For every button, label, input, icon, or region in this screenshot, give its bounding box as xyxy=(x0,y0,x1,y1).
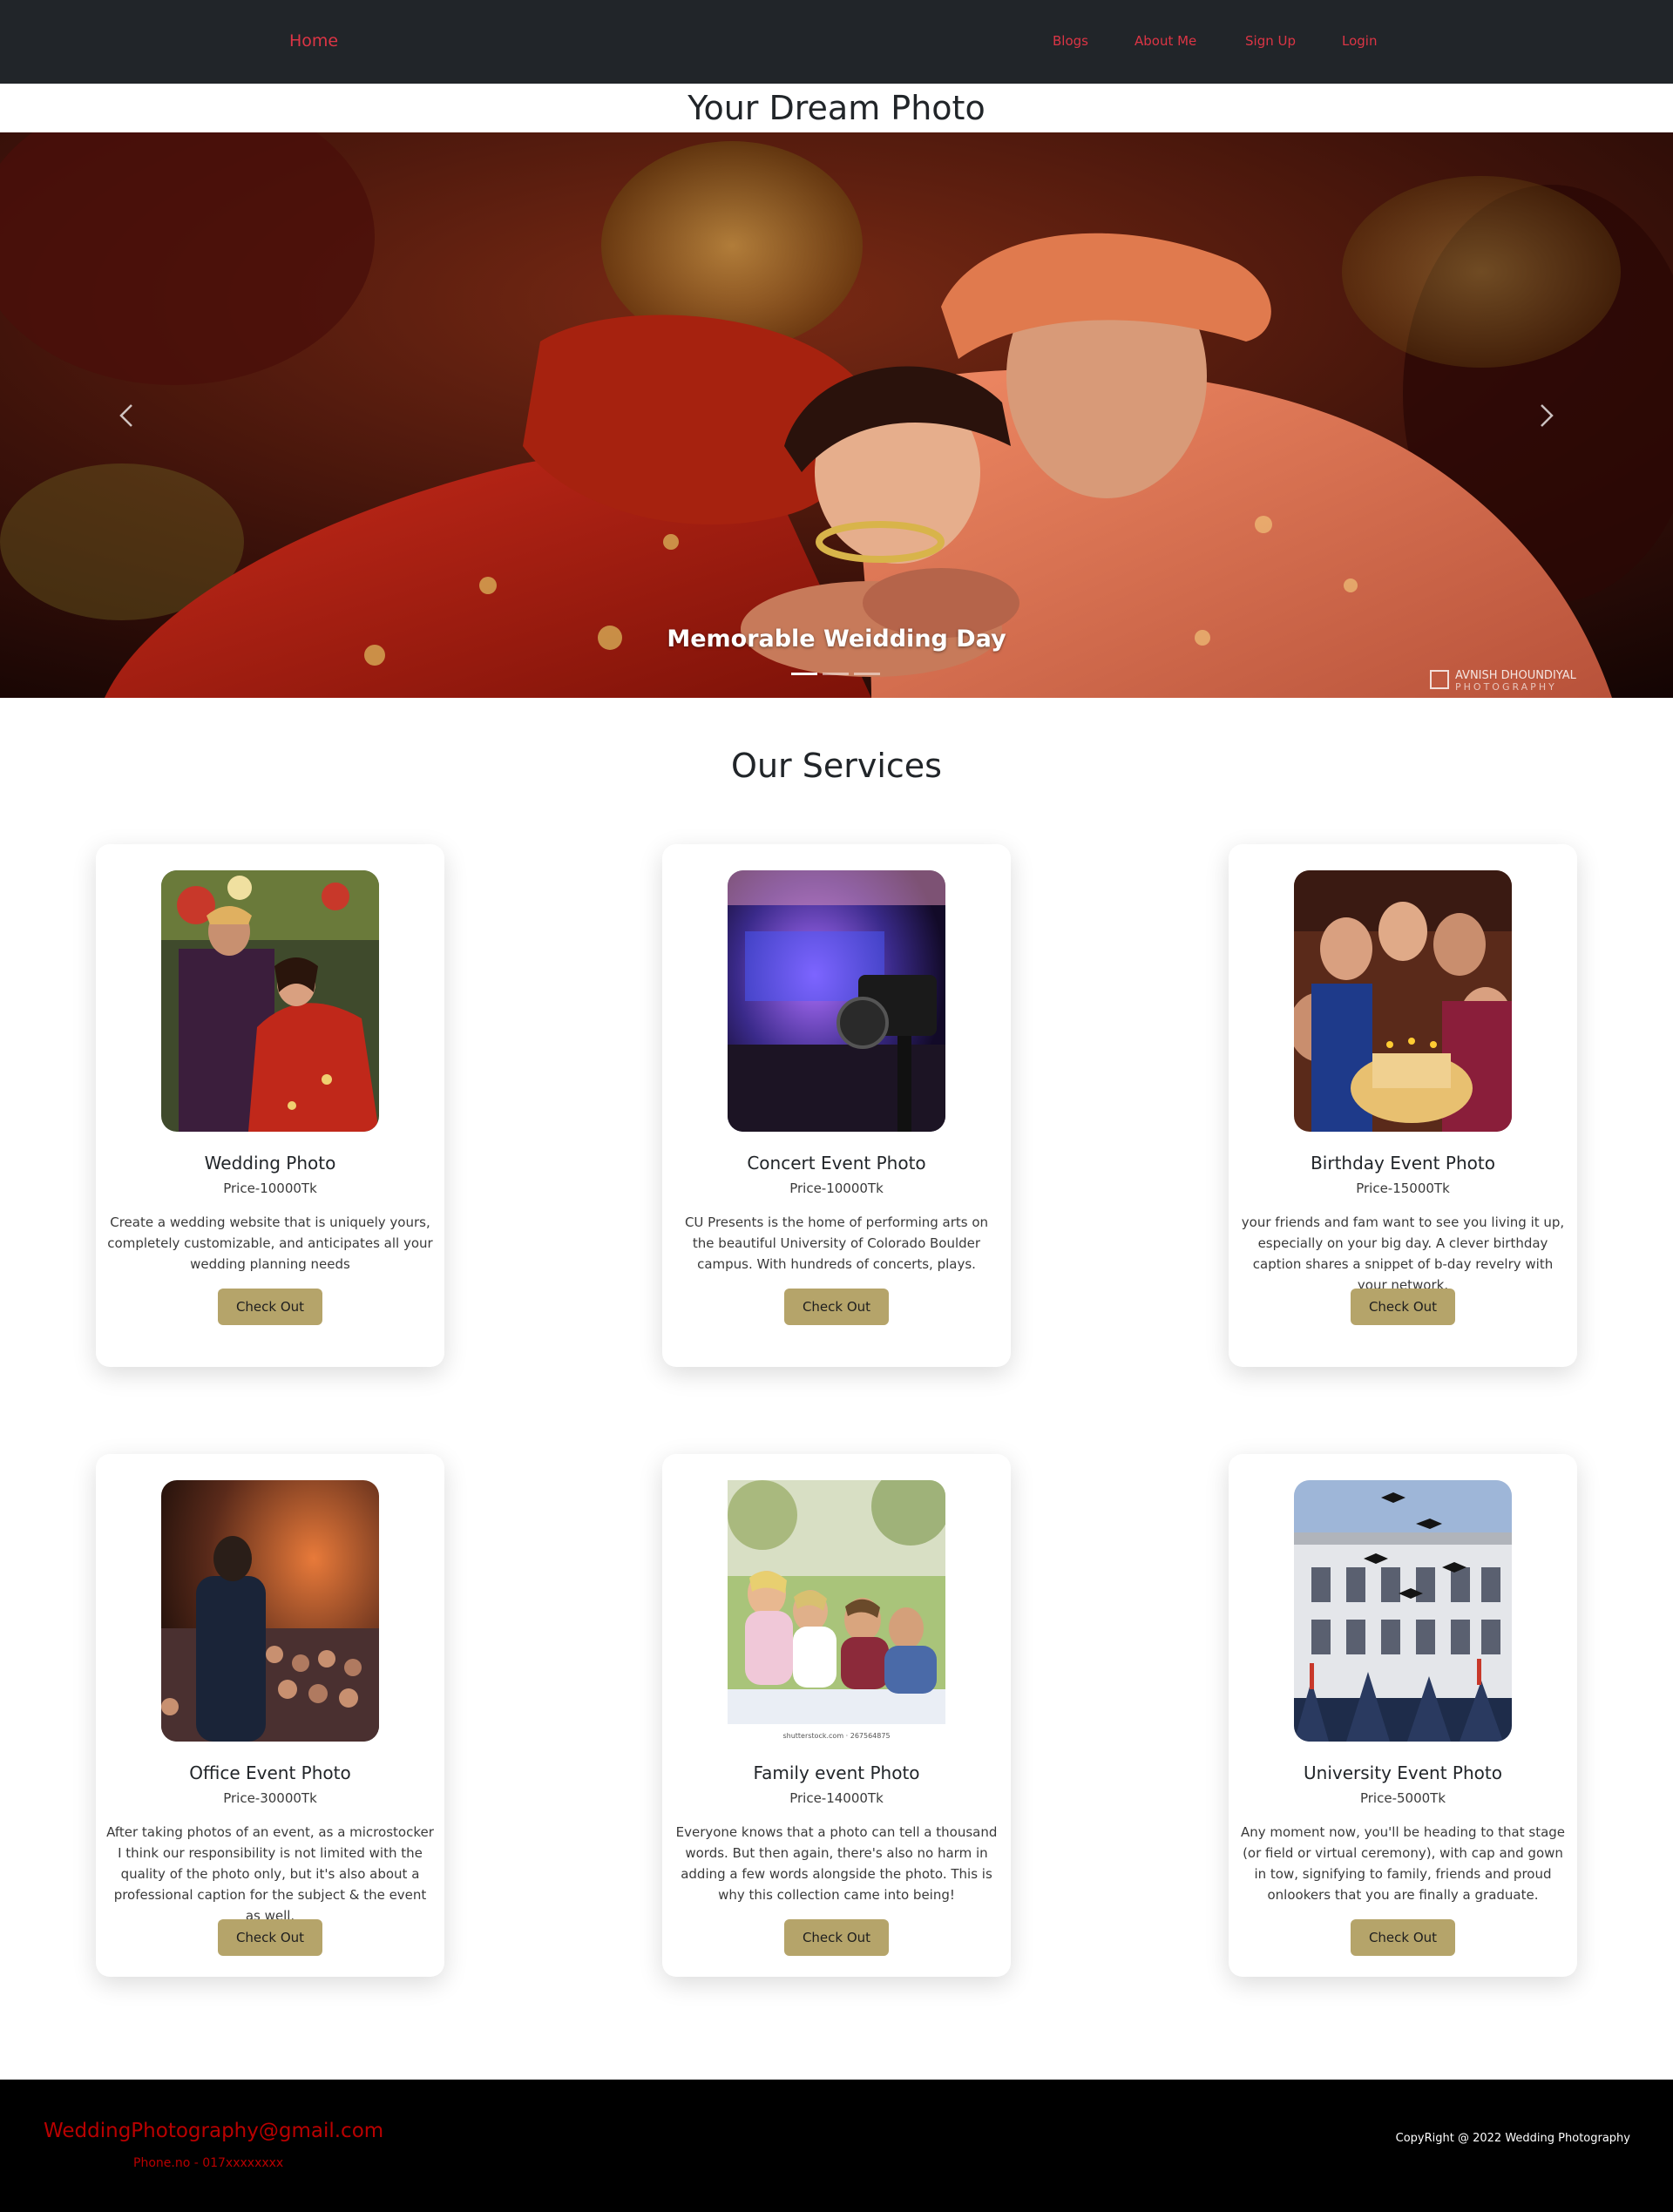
service-card-price: Price-10000Tk xyxy=(223,1180,317,1196)
university-event-photo-image xyxy=(1294,1480,1512,1742)
check-out-button[interactable]: Check Out xyxy=(784,1289,889,1325)
site-title: Your Dream Photo xyxy=(687,89,986,127)
nav-link-sign-up[interactable]: Sign Up xyxy=(1245,33,1296,49)
services-title: Our Services xyxy=(731,747,942,785)
concert-photo-image xyxy=(728,870,945,1132)
footer-phone: Phone.no - 017xxxxxxxx xyxy=(133,2156,284,2170)
service-card-title: Family event Photo xyxy=(753,1762,920,1783)
service-card-title: University Event Photo xyxy=(1304,1762,1502,1783)
service-card-family: shutterstock.com · 267564875 Family even… xyxy=(662,1454,1011,1977)
service-card-price: Price-15000Tk xyxy=(1356,1180,1450,1196)
service-card-description: Create a wedding website that is uniquel… xyxy=(107,1214,433,1272)
svg-text:PHOTOGRAPHY: PHOTOGRAPHY xyxy=(1455,681,1557,693)
service-card-description: After taking photos of an event, as a mi… xyxy=(106,1824,434,1924)
service-card-title: Office Event Photo xyxy=(189,1762,351,1783)
service-card-description: your friends and fam want to see you liv… xyxy=(1241,1214,1565,1293)
photographer-watermark-logo: AVNISH DHOUNDIYAL PHOTOGRAPHY xyxy=(1430,669,1577,693)
check-out-button[interactable]: Check Out xyxy=(1351,1289,1455,1325)
service-card-price: Price-5000Tk xyxy=(1359,1790,1446,1806)
service-card-office: Office Event Photo Price-30000Tk After t… xyxy=(96,1454,444,1977)
hero-carousel: Memorable Weidding Day AVNISH DHOUNDIYAL… xyxy=(0,132,1673,698)
service-card-price: Price-10000Tk xyxy=(789,1180,884,1196)
service-card-concert: Concert Event Photo Price-10000Tk CU Pre… xyxy=(662,844,1011,1367)
family-event-photo-image: shutterstock.com · 267564875 xyxy=(728,1480,945,1742)
service-card-university: University Event Photo Price-5000Tk Any … xyxy=(1229,1454,1577,1977)
check-out-button[interactable]: Check Out xyxy=(218,1919,322,1956)
nav-link-blogs[interactable]: Blogs xyxy=(1053,33,1088,49)
carousel-indicator-3[interactable] xyxy=(854,673,880,675)
stock-credit-text: shutterstock.com · 267564875 xyxy=(782,1732,890,1740)
carousel-indicator-1[interactable] xyxy=(791,673,817,675)
service-card-title: Wedding Photo xyxy=(204,1153,336,1174)
navbar: Home Blogs About Me Sign Up Login xyxy=(0,0,1673,84)
site-footer: WeddingPhotography@gmail.com Phone.no - … xyxy=(0,2080,1673,2212)
footer-copyright: CopyRight @ 2022 Wedding Photography xyxy=(1395,2132,1630,2145)
svg-text:AVNISH DHOUNDIYAL: AVNISH DHOUNDIYAL xyxy=(1455,669,1577,682)
chevron-left-icon xyxy=(119,403,132,427)
birthday-photo-image xyxy=(1294,870,1512,1132)
check-out-button[interactable]: Check Out xyxy=(1351,1919,1455,1956)
carousel-prev-button[interactable] xyxy=(0,132,253,698)
services-grid: Wedding Photo Price-10000Tk Create a wed… xyxy=(0,792,1673,2080)
service-card-description: Everyone knows that a photo can tell a t… xyxy=(675,1824,998,1903)
service-card-price: Price-14000Tk xyxy=(789,1790,884,1806)
check-out-button[interactable]: Check Out xyxy=(218,1289,322,1325)
service-card-description: Any moment now, you'll be heading to tha… xyxy=(1240,1824,1566,1903)
carousel-indicators xyxy=(791,673,880,675)
service-card-title: Concert Event Photo xyxy=(747,1153,926,1174)
service-card-title: Birthday Event Photo xyxy=(1311,1153,1495,1174)
office-event-photo-image xyxy=(161,1480,379,1742)
carousel-next-button[interactable] xyxy=(1420,132,1673,698)
wedding-photo-image xyxy=(161,870,379,1132)
nav-link-about-me[interactable]: About Me xyxy=(1135,33,1196,49)
service-card-birthday: Birthday Event Photo Price-15000Tk your … xyxy=(1229,844,1577,1367)
service-card-price: Price-30000Tk xyxy=(223,1790,317,1806)
check-out-button[interactable]: Check Out xyxy=(784,1919,889,1956)
nav-link-login[interactable]: Login xyxy=(1342,33,1377,49)
carousel-indicator-2[interactable] xyxy=(823,673,849,675)
chevron-right-icon xyxy=(1541,403,1554,427)
nav-home-link[interactable]: Home xyxy=(289,31,338,51)
slide-caption: Memorable Weidding Day xyxy=(667,626,1006,653)
service-card-description: CU Presents is the home of performing ar… xyxy=(684,1214,989,1272)
service-card-wedding: Wedding Photo Price-10000Tk Create a wed… xyxy=(96,844,444,1367)
footer-email[interactable]: WeddingPhotography@gmail.com xyxy=(44,2120,383,2142)
